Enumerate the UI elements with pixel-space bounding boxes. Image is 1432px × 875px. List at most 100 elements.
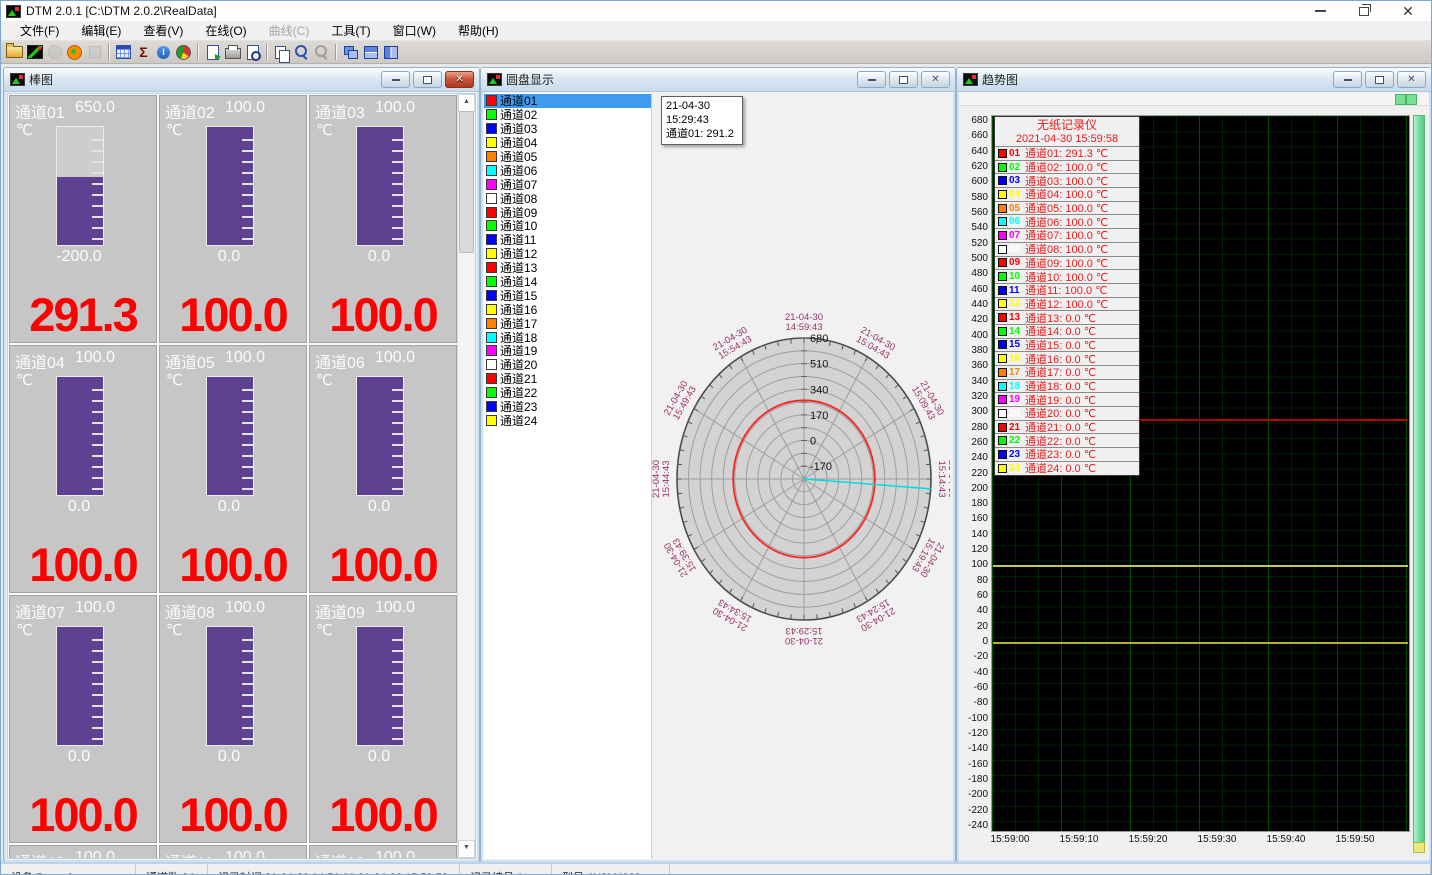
trend-restore-button[interactable] xyxy=(1365,71,1394,88)
y-axis-tick-label: 340 xyxy=(960,376,988,387)
svg-text:680: 680 xyxy=(810,333,828,345)
bar-max-label: 100.0 xyxy=(75,849,115,859)
y-axis-tick-label: -160 xyxy=(960,759,988,770)
record-icon[interactable] xyxy=(65,43,84,61)
print-preview-icon[interactable] xyxy=(243,43,262,61)
dtm-application-window: DTM 2.0.1 [C:\DTM 2.0.2\RealData] ✕ 文件(F… xyxy=(0,0,1432,875)
scroll-green-box-icon[interactable] xyxy=(1406,94,1417,105)
scrollbar-thumb[interactable] xyxy=(459,111,474,253)
y-axis-tick-label: -20 xyxy=(960,651,988,662)
cascade-windows-icon[interactable] xyxy=(341,43,360,61)
open-file-icon[interactable] xyxy=(5,43,24,61)
statusbar-field-3: 记录时间 21-04-30 14:51:00 21-04-30 15:59:58 xyxy=(208,864,460,875)
bar-channel-label: 通道06 xyxy=(315,349,373,373)
polar-chart[interactable]: 6805103401700-17021-04-3014:59:4321-04-3… xyxy=(652,93,952,859)
tile-vertical-icon[interactable] xyxy=(381,43,400,61)
legend-color-swatch xyxy=(998,340,1007,349)
app-titlebar[interactable]: DTM 2.0.1 [C:\DTM 2.0.2\RealData] ✕ xyxy=(1,1,1431,21)
legend-color-swatch xyxy=(998,258,1007,267)
legend-color-swatch xyxy=(998,450,1007,459)
realtime-chart-icon[interactable] xyxy=(25,43,44,61)
bar-channel-label: 通道07 xyxy=(15,599,73,623)
trend-close-button[interactable]: ✕ xyxy=(1397,71,1426,88)
legend-row: 02通道02: 100.0 ℃ xyxy=(995,160,1139,174)
y-axis-tick-label: 660 xyxy=(960,130,988,141)
export-icon[interactable] xyxy=(203,43,222,61)
info-icon[interactable]: i xyxy=(154,43,173,61)
menu-item-4[interactable]: 在线(O) xyxy=(194,20,257,41)
legend-channel-number: 13 xyxy=(1009,312,1025,323)
bar-value-readout: 100.0 xyxy=(310,291,456,338)
bar-gauge-ticks xyxy=(392,380,403,492)
statusbar-field-6 xyxy=(670,864,1431,875)
toolbar-separator xyxy=(335,44,337,60)
channel-color-swatch xyxy=(486,109,497,120)
trace-ch02-12 xyxy=(993,565,1408,567)
pie-chart-icon[interactable] xyxy=(174,43,193,61)
bar-vertical-scrollbar[interactable]: ▲ ▼ xyxy=(457,94,475,858)
bar-max-label: 100.0 xyxy=(75,599,115,623)
legend-row: 21通道21: 0.0 ℃ xyxy=(995,420,1139,434)
menu-item-2[interactable]: 编辑(E) xyxy=(70,20,132,41)
legend-channel-number: 02 xyxy=(1009,162,1025,173)
menu-item-7[interactable]: 窗口(W) xyxy=(382,20,447,41)
disc-restore-button[interactable] xyxy=(889,71,918,88)
disc-display-window[interactable]: 圆盘显示 ✕ 通道01通道02通道03通道04通道05通道06通道07通道08通… xyxy=(480,67,956,863)
bar-window-titlebar[interactable]: 棒图 ✕ xyxy=(4,68,479,92)
trend-minimize-button[interactable] xyxy=(1333,71,1362,88)
menu-item-3[interactable]: 查看(V) xyxy=(132,20,194,41)
bar-gauge-cell: 通道06100.0℃0.0100.0 xyxy=(309,345,457,593)
data-table-icon[interactable] xyxy=(114,43,133,61)
bar-gauge-cell: 通道02100.0℃0.0100.0 xyxy=(159,95,307,343)
app-minimize-button[interactable] xyxy=(1313,4,1327,18)
svg-text:21-04-3015:29:43: 21-04-3015:29:43 xyxy=(785,625,823,646)
channel-color-swatch xyxy=(486,318,497,329)
copy-icon[interactable] xyxy=(272,43,291,61)
legend-row: 14通道14: 0.0 ℃ xyxy=(995,324,1139,338)
disc-minimize-button[interactable] xyxy=(857,71,886,88)
bar-restore-button[interactable] xyxy=(413,71,442,88)
app-restore-button[interactable] xyxy=(1357,4,1371,18)
bar-graph-window[interactable]: 棒图 ✕ 通道01650.0℃-200.0291.3通道02100.0℃0.01… xyxy=(3,67,480,863)
mdi-client-area: 棒图 ✕ 通道01650.0℃-200.0291.3通道02100.0℃0.01… xyxy=(1,64,1431,874)
y-axis-tick-label: 160 xyxy=(960,513,988,524)
bar-close-button[interactable]: ✕ xyxy=(445,71,474,88)
channel-color-swatch xyxy=(486,248,497,259)
channel-list-item[interactable]: 通道24 xyxy=(484,413,651,427)
bar-value-readout: 100.0 xyxy=(160,291,306,338)
y-axis-tick-label: 380 xyxy=(960,345,988,356)
trend-vertical-scrollbar[interactable] xyxy=(1413,115,1425,850)
trend-scrollbar-end[interactable] xyxy=(1413,842,1425,853)
menu-item-1[interactable]: 文件(F) xyxy=(9,20,70,41)
bar-unit-label: ℃ xyxy=(166,371,183,389)
trend-chart-window[interactable]: 趋势图 ✕ 无纸记录仪 2021-04-30 15:59:58 xyxy=(956,67,1432,863)
bar-channel-label: 通道11 xyxy=(165,849,223,859)
bar-channel-label: 通道02 xyxy=(165,99,223,123)
legend-color-swatch xyxy=(998,299,1007,308)
print-icon[interactable] xyxy=(223,43,242,61)
channel-color-swatch xyxy=(486,207,497,218)
trend-window-body: 无纸记录仪 2021-04-30 15:59:58 01通道01: 291.3 … xyxy=(960,93,1428,859)
scroll-down-arrow-icon[interactable]: ▼ xyxy=(458,840,475,858)
menu-item-8[interactable]: 帮助(H) xyxy=(447,20,510,41)
legend-row: 23通道23: 0.0 ℃ xyxy=(995,447,1139,461)
bar-gauge-cell: 通道10100.0℃0.0100.0 xyxy=(9,845,157,859)
app-close-button[interactable]: ✕ xyxy=(1401,4,1415,18)
legend-color-swatch xyxy=(998,395,1007,404)
channel-color-swatch xyxy=(486,220,497,231)
bar-unit-label: ℃ xyxy=(166,621,183,639)
scroll-green-box-icon[interactable] xyxy=(1395,94,1406,105)
zoom-icon[interactable] xyxy=(292,43,311,61)
disc-close-button[interactable]: ✕ xyxy=(921,71,950,88)
tile-horizontal-icon[interactable] xyxy=(361,43,380,61)
trend-window-icon xyxy=(963,73,978,86)
menu-item-6[interactable]: 工具(T) xyxy=(320,20,381,41)
trend-window-titlebar[interactable]: 趋势图 ✕ xyxy=(957,68,1431,92)
bar-channel-label: 通道08 xyxy=(165,599,223,623)
scroll-up-arrow-icon[interactable]: ▲ xyxy=(458,94,475,112)
trend-plot[interactable]: 无纸记录仪 2021-04-30 15:59:58 01通道01: 291.3 … xyxy=(991,115,1410,832)
statistics-sigma-icon[interactable]: Σ xyxy=(134,43,153,61)
legend-row: 03通道03: 100.0 ℃ xyxy=(995,173,1139,187)
disc-window-titlebar[interactable]: 圆盘显示 ✕ xyxy=(481,68,955,92)
bar-minimize-button[interactable] xyxy=(381,71,410,88)
